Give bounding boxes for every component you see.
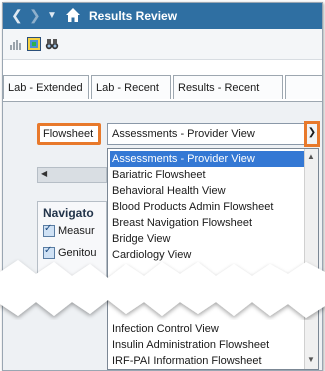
- dropdown-option[interactable]: Breast Navigation Flowsheet: [110, 215, 306, 231]
- history-dropdown-icon[interactable]: ▼: [47, 10, 57, 21]
- dropdown-option[interactable]: Blood Products Admin Flowsheet: [110, 199, 306, 215]
- chevron-down-icon[interactable]: ❯: [304, 121, 320, 147]
- chart-icon[interactable]: [9, 37, 23, 51]
- tab-overflow[interactable]: [285, 75, 322, 99]
- navigator-title: Navigato: [43, 206, 94, 220]
- binoculars-icon[interactable]: [45, 37, 59, 51]
- home-icon[interactable]: [65, 7, 81, 23]
- dropdown-option[interactable]: Infection Control View: [110, 321, 306, 337]
- scroll-down-icon[interactable]: ▼: [307, 355, 315, 364]
- forward-arrow-icon[interactable]: ❯: [29, 7, 41, 24]
- page-title: Results Review: [89, 9, 178, 23]
- dropdown-option[interactable]: Bridge View: [110, 231, 306, 247]
- checkbox[interactable]: [43, 223, 55, 238]
- tab-results-recent[interactable]: Results - Recent: [173, 75, 283, 99]
- flowsheet-label: Flowsheet: [37, 123, 101, 145]
- tab-lab-recent[interactable]: Lab - Recent: [91, 75, 171, 99]
- dropdown-option[interactable]: Behavioral Health View: [110, 183, 306, 199]
- scroll-up-icon[interactable]: ▲: [307, 152, 315, 161]
- tab-lab-extended[interactable]: Lab - Extended: [3, 75, 89, 99]
- flowsheet-select[interactable]: Assessments - Provider View: [107, 123, 307, 145]
- dropdown-option[interactable]: Bariatric Flowsheet: [110, 167, 306, 183]
- dropdown-option[interactable]: IRF-PAI Information Flowsheet: [110, 353, 306, 369]
- toolbar: [3, 29, 322, 60]
- navigator-row[interactable]: Measur: [43, 223, 95, 238]
- tab-strip: Lab - Extended Lab - Recent Results - Re…: [3, 75, 322, 102]
- dropdown-option[interactable]: Assessments - Provider View: [110, 151, 306, 167]
- dropdown-option[interactable]: Insulin Administration Flowsheet: [110, 337, 306, 353]
- title-bar: ❮ ❯ ▼ Results Review: [3, 3, 322, 29]
- flowsheet-icon[interactable]: [27, 37, 41, 51]
- back-arrow-icon[interactable]: ❮: [11, 7, 23, 24]
- torn-paper-overlay: [0, 260, 325, 318]
- horizontal-scrollbar[interactable]: [37, 167, 107, 183]
- scroll-left-icon[interactable]: ◀: [41, 169, 47, 178]
